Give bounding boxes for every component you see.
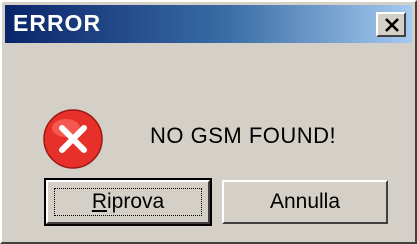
- error-message: NO GSM FOUND!: [150, 123, 337, 148]
- title-bar[interactable]: ERROR: [5, 5, 412, 43]
- cancel-button-label: Annulla: [269, 190, 341, 213]
- close-button[interactable]: [376, 12, 406, 37]
- retry-button[interactable]: Riprova: [44, 178, 212, 226]
- error-icon: [43, 109, 103, 169]
- cancel-button[interactable]: Annulla: [222, 180, 388, 224]
- retry-mnemonic: R: [91, 190, 107, 213]
- close-icon: [385, 18, 399, 32]
- error-dialog: ERROR NO GSM FOUND! Riprova Annulla: [0, 0, 417, 244]
- retry-button-label: Riprova: [92, 190, 164, 213]
- window-title: ERROR: [13, 10, 102, 36]
- retry-label-rest: iprova: [106, 190, 165, 213]
